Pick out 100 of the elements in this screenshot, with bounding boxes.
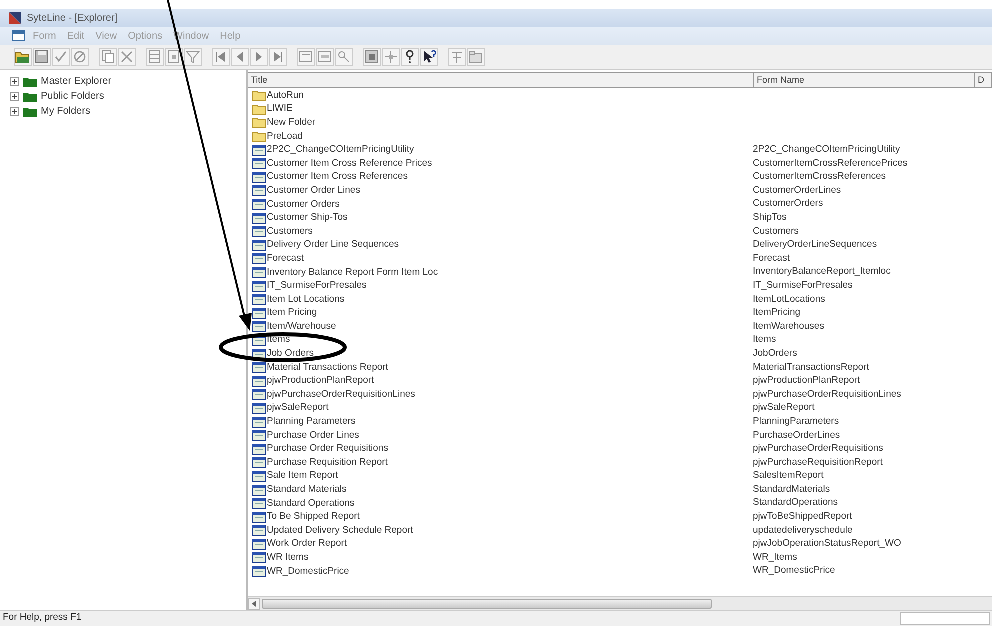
form-icon (252, 267, 266, 278)
form-icon (252, 444, 266, 455)
previous-button[interactable] (231, 48, 249, 66)
list-item[interactable]: Updated Delivery Schedule Report (267, 524, 414, 537)
list-item[interactable]: pjwPurchaseOrderRequisitionLines (267, 388, 416, 401)
align-button[interactable] (448, 48, 466, 66)
folder-button[interactable] (14, 48, 32, 66)
list-item[interactable]: Customer Ship-Tos (267, 212, 348, 224)
first-record-button[interactable] (212, 48, 230, 66)
list-item[interactable]: Material Transactions Report (267, 362, 388, 374)
column-header[interactable]: D (975, 73, 992, 87)
list-item[interactable]: 2P2C_ChangeCOItemPricingUtility (267, 144, 414, 156)
scrollbar-thumb[interactable] (262, 598, 712, 608)
list-item[interactable]: New Folder (267, 116, 316, 129)
form-icon (252, 240, 266, 251)
form-name: InventoryBalanceReport_Itemloc (753, 266, 891, 278)
list-item[interactable]: Customer Order Lines (267, 184, 360, 197)
list-item[interactable]: Delivery Order Line Sequences (267, 239, 400, 252)
list-item[interactable]: Job Orders (267, 348, 314, 360)
form-name: WR_Items (753, 552, 798, 563)
list-item[interactable]: Standard Materials (267, 484, 347, 496)
tree-item[interactable]: Master Explorer (41, 74, 112, 89)
list-item[interactable]: WR_DomesticPrice (267, 566, 350, 578)
form-name: IT_SurmiseForPresales (753, 280, 853, 291)
last-record-button[interactable] (269, 48, 287, 66)
form-name: pjwPurchaseOrderRequisitions (753, 443, 884, 454)
context-help-button[interactable] (420, 48, 438, 66)
list-item[interactable]: Items (267, 334, 290, 346)
image-button[interactable] (363, 48, 381, 66)
list-item[interactable]: Purchase Requisition Report (267, 456, 388, 469)
list-view-button[interactable] (316, 48, 334, 66)
form-icon (252, 144, 266, 156)
list-item[interactable]: Standard Operations (267, 498, 355, 510)
grid-icon (147, 49, 163, 65)
list-item[interactable]: Customers (267, 226, 313, 238)
list-item[interactable]: pjwProductionPlanReport (267, 375, 374, 388)
list-item[interactable]: Purchase Order Lines (267, 430, 360, 442)
list-item[interactable]: Planning Parameters (267, 416, 356, 428)
form-name: Items (753, 334, 776, 346)
column-header[interactable]: Title (248, 73, 754, 87)
left-arrow-icon (251, 600, 257, 606)
list-item[interactable]: WR Items (267, 552, 309, 564)
list-item[interactable]: Customer Item Cross Reference Prices (267, 158, 432, 170)
app-logo-icon (8, 11, 22, 25)
list-item[interactable]: pjwSaleReport (267, 402, 329, 414)
form-name: CustomerItemCrossReferences (753, 171, 886, 182)
form-icon (252, 199, 266, 210)
form-icon (252, 172, 266, 183)
help-button[interactable] (401, 48, 419, 66)
column-header[interactable]: Form Name (754, 73, 975, 87)
form-icon (252, 321, 266, 332)
cancel-button[interactable] (71, 48, 89, 66)
form-name: MaterialTransactionsReport (753, 362, 870, 373)
list-item[interactable]: Item Pricing (267, 307, 318, 320)
list-item[interactable]: IT_SurmiseForPresales (267, 280, 367, 292)
folder-icon (252, 131, 266, 142)
form-icon (252, 498, 266, 510)
form-name: CustomerOrders (753, 198, 824, 210)
check-button[interactable] (52, 48, 70, 66)
list-item[interactable]: Purchase Order Requisitions (267, 443, 388, 456)
folder-icon (23, 106, 37, 117)
list-item[interactable]: Work Order Report (267, 538, 348, 550)
form-icon (252, 253, 266, 264)
folder-tab-icon (468, 49, 484, 65)
list-item[interactable]: Item Lot Locations (267, 294, 345, 306)
expand-icon[interactable] (10, 107, 19, 116)
delete-button[interactable] (118, 48, 136, 66)
form-name: pjwSaleReport (753, 402, 815, 414)
list-item[interactable]: Customer Item Cross References (267, 171, 408, 184)
next-button[interactable] (250, 48, 268, 66)
window-title: SyteLine - [Explorer] (27, 12, 118, 26)
list-item[interactable]: Inventory Balance Report Form Item Loc (267, 266, 438, 279)
form-name: Customers (753, 226, 799, 237)
expand-icon[interactable] (10, 77, 19, 86)
form-name: JobOrders (753, 348, 798, 359)
list-item[interactable]: PreLoad (267, 130, 303, 143)
page-button[interactable] (165, 48, 183, 66)
list-item[interactable]: Forecast (267, 252, 304, 265)
save-button[interactable] (33, 48, 51, 66)
scroll-left-button[interactable] (248, 598, 260, 610)
copy-button[interactable] (99, 48, 117, 66)
expand-icon[interactable] (10, 92, 19, 101)
list-view-icon (317, 49, 333, 65)
tree-item[interactable]: My Folders (41, 104, 90, 119)
folder-tab-button[interactable] (467, 48, 485, 66)
list-item[interactable]: To Be Shipped Report (267, 511, 360, 524)
list-item[interactable]: Customer Orders (267, 198, 340, 211)
list-item[interactable]: AutoRun (267, 90, 304, 102)
form-name: updatedeliveryschedule (753, 524, 853, 536)
folder-icon (23, 91, 37, 102)
form-view-button[interactable] (297, 48, 315, 66)
list-item[interactable]: Sale Item Report (267, 470, 338, 482)
form-icon (252, 552, 266, 564)
form-icon (252, 362, 266, 374)
tree-item[interactable]: Public Folders (41, 89, 104, 104)
list-item[interactable]: LIWIE (267, 103, 293, 116)
form-name: StandardOperations (753, 497, 838, 508)
form-name: ItemLotLocations (753, 294, 826, 305)
form-icon (252, 416, 266, 428)
list-item[interactable]: Item/Warehouse (267, 320, 336, 333)
